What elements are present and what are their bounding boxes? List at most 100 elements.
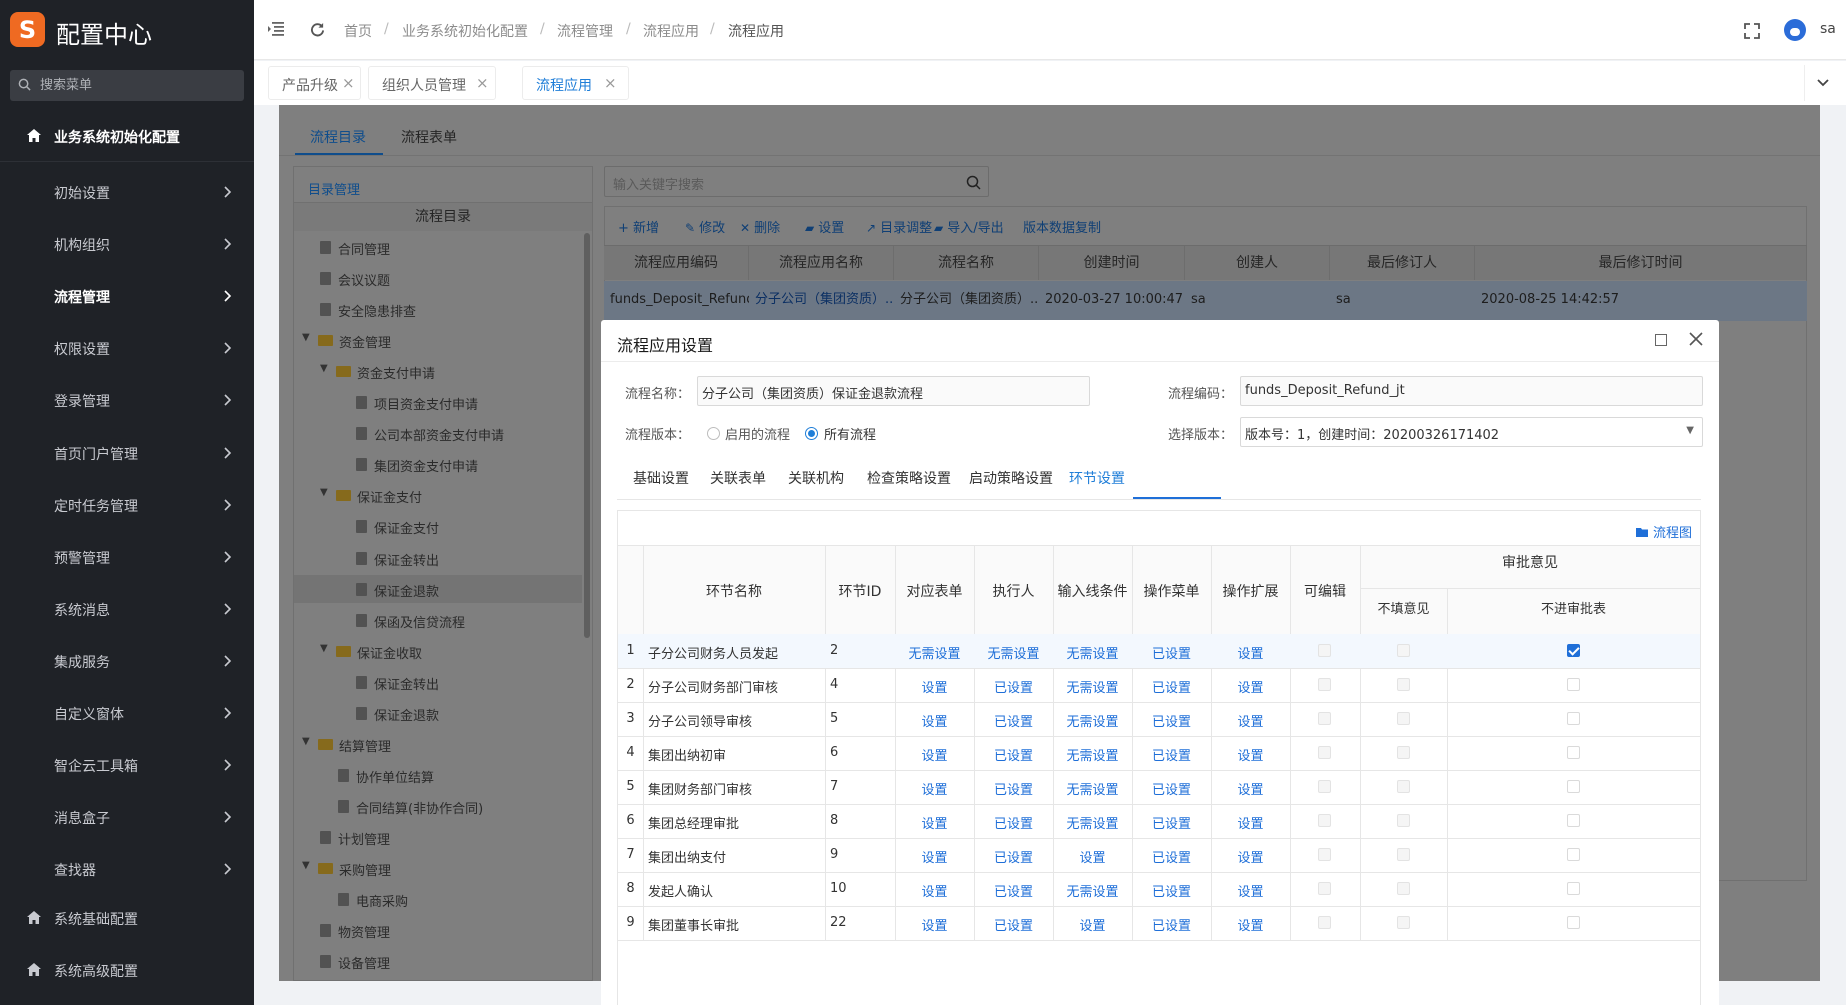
menu-search-input[interactable] <box>40 70 240 101</box>
setting-link-ext[interactable]: 设置 <box>1211 745 1290 764</box>
sidebar-item[interactable]: 自定义窗体 <box>0 687 254 739</box>
sidebar-item[interactable]: 预警管理 <box>0 531 254 583</box>
maximize-icon[interactable] <box>1655 334 1667 346</box>
setting-link-cond[interactable]: 无需设置 <box>1053 711 1132 730</box>
toolbar-button[interactable]: ↗ 目录调整 <box>866 217 932 236</box>
checkbox-no_opinion[interactable] <box>1396 746 1410 759</box>
modal-tab[interactable]: 环节设置 <box>1069 468 1125 488</box>
tab-flow-catalog[interactable]: 流程目录 <box>310 127 366 147</box>
checkbox-no_table[interactable] <box>1566 848 1580 861</box>
sidebar-item[interactable]: 机构组织 <box>0 218 254 270</box>
tree-item[interactable]: 保证金退款 <box>294 574 582 603</box>
checkbox-no_opinion[interactable] <box>1396 780 1410 793</box>
checkbox-no_table[interactable] <box>1566 712 1580 725</box>
fullscreen-icon[interactable] <box>1744 23 1760 39</box>
setting-link-menu[interactable]: 已设置 <box>1132 779 1211 798</box>
setting-link-form[interactable]: 设置 <box>895 677 974 696</box>
setting-link-ext[interactable]: 设置 <box>1211 643 1290 662</box>
close-icon[interactable] <box>1689 332 1703 346</box>
checkbox-no_opinion[interactable] <box>1396 916 1410 929</box>
setting-link-cond[interactable]: 无需设置 <box>1053 881 1132 900</box>
sidebar-item[interactable]: 定时任务管理 <box>0 479 254 531</box>
breadcrumb-item[interactable]: 业务系统初始化配置 <box>402 21 528 41</box>
radio-all-flows[interactable] <box>805 427 818 440</box>
setting-link-menu[interactable]: 已设置 <box>1132 745 1211 764</box>
checkbox-no_table[interactable] <box>1566 814 1580 827</box>
setting-link-form[interactable]: 设置 <box>895 779 974 798</box>
sidebar-section-business-init[interactable]: 业务系统初始化配置 <box>0 110 254 162</box>
caret-down-icon[interactable]: ▼ <box>320 363 328 374</box>
checkbox-no_table[interactable] <box>1566 882 1580 895</box>
setting-link-menu[interactable]: 已设置 <box>1132 847 1211 866</box>
sidebar-item[interactable]: 初始设置 <box>0 166 254 218</box>
checkbox-no_opinion[interactable] <box>1396 678 1410 691</box>
caret-down-icon[interactable]: ▼ <box>302 736 310 747</box>
toolbar-button[interactable]: ✕ 删除 <box>740 217 780 236</box>
setting-link-form[interactable]: 设置 <box>895 847 974 866</box>
breadcrumb-home[interactable]: 首页 <box>344 21 372 41</box>
page-tab-product-upgrade[interactable]: 产品升级 × <box>268 66 361 100</box>
modal-tab[interactable]: 基础设置 <box>633 468 689 488</box>
close-icon[interactable]: × <box>476 74 489 92</box>
setting-link-exec[interactable]: 已设置 <box>974 677 1053 696</box>
checkbox-no_table[interactable] <box>1566 746 1580 759</box>
checkbox-editable[interactable] <box>1318 780 1331 793</box>
setting-link-ext[interactable]: 设置 <box>1211 779 1290 798</box>
setting-link-form[interactable]: 设置 <box>895 915 974 934</box>
setting-link-ext[interactable]: 设置 <box>1211 915 1290 934</box>
setting-link-cond[interactable]: 无需设置 <box>1053 813 1132 832</box>
modal-tab[interactable]: 关联机构 <box>788 468 844 488</box>
caret-down-icon[interactable]: ▼ <box>320 643 328 654</box>
setting-link-form[interactable]: 设置 <box>895 745 974 764</box>
checkbox-no_opinion[interactable] <box>1396 712 1410 725</box>
search-icon[interactable] <box>966 175 981 190</box>
setting-link-exec[interactable]: 已设置 <box>974 915 1053 934</box>
setting-link-form[interactable]: 设置 <box>895 881 974 900</box>
page-tab-org-people[interactable]: 组织人员管理 × <box>368 66 496 100</box>
setting-link-menu[interactable]: 已设置 <box>1132 677 1211 696</box>
sidebar-item[interactable]: 流程管理 <box>0 270 254 322</box>
radio-enabled-flows[interactable] <box>707 427 720 440</box>
tab-flow-form[interactable]: 流程表单 <box>401 127 457 147</box>
sidebar-item[interactable]: 系统消息 <box>0 583 254 635</box>
checkbox-editable[interactable] <box>1318 644 1331 657</box>
setting-link-ext[interactable]: 设置 <box>1211 847 1290 866</box>
sidebar-item[interactable]: 集成服务 <box>0 635 254 687</box>
page-tab-flow-app[interactable]: 流程应用 × <box>522 66 629 100</box>
breadcrumb-item[interactable]: 流程管理 <box>557 21 613 41</box>
checkbox-no_table[interactable] <box>1566 678 1580 691</box>
setting-link-menu[interactable]: 已设置 <box>1132 915 1211 934</box>
setting-link-ext[interactable]: 设置 <box>1211 711 1290 730</box>
tabs-dropdown-button[interactable] <box>1804 65 1841 101</box>
caret-down-icon[interactable]: ▼ <box>302 332 310 343</box>
caret-down-icon[interactable]: ▼ <box>320 487 328 498</box>
checkbox-no_opinion[interactable] <box>1396 644 1410 657</box>
caret-down-icon[interactable]: ▼ <box>302 860 310 871</box>
sidebar-section-basic-config[interactable]: 系统基础配置 <box>0 892 254 944</box>
checkbox-editable[interactable] <box>1318 916 1331 929</box>
checkbox-no_table[interactable] <box>1566 780 1580 793</box>
tree-scrollbar[interactable] <box>584 233 590 638</box>
toolbar-button[interactable]: ▰ 设置 <box>805 217 844 236</box>
checkbox-no_opinion[interactable] <box>1396 814 1410 827</box>
setting-link-exec[interactable]: 已设置 <box>974 745 1053 764</box>
flowchart-link[interactable]: 流程图 <box>1635 522 1692 541</box>
setting-link-menu[interactable]: 已设置 <box>1132 711 1211 730</box>
checkbox-no_table[interactable] <box>1566 916 1580 929</box>
flow-name-field[interactable]: 分子公司（集团资质）保证金退款流程 <box>697 376 1090 406</box>
modal-tab[interactable]: 启动策略设置 <box>969 468 1053 488</box>
refresh-icon[interactable] <box>310 22 325 37</box>
setting-link-exec[interactable]: 已设置 <box>974 779 1053 798</box>
setting-link-form[interactable]: 设置 <box>895 813 974 832</box>
setting-link-cond[interactable]: 无需设置 <box>1053 677 1132 696</box>
setting-link-cond[interactable]: 无需设置 <box>1053 779 1132 798</box>
sidebar-section-advanced-config[interactable]: 系统高级配置 <box>0 944 254 996</box>
setting-link-form[interactable]: 无需设置 <box>895 643 974 662</box>
setting-link-menu[interactable]: 已设置 <box>1132 813 1211 832</box>
menu-search[interactable] <box>10 70 244 101</box>
flow-code-field[interactable]: funds_Deposit_Refund_jt <box>1240 376 1703 406</box>
setting-link-cond[interactable]: 无需设置 <box>1053 745 1132 764</box>
version-select[interactable]: 版本号：1，创建时间：20200326171402 ▼ <box>1240 417 1703 447</box>
checkbox-editable[interactable] <box>1318 814 1331 827</box>
sidebar-item[interactable]: 消息盒子 <box>0 791 254 843</box>
